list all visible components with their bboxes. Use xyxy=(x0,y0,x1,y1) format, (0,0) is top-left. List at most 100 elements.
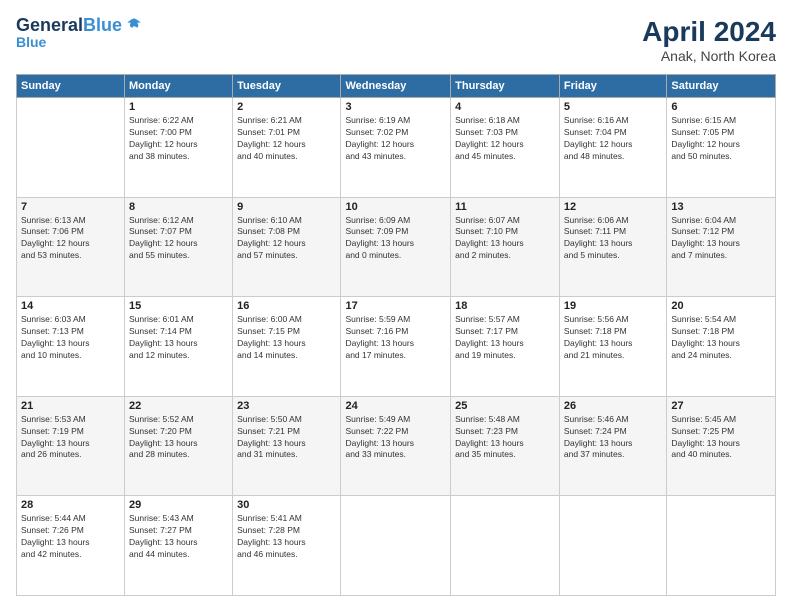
day-info: Sunrise: 6:06 AM Sunset: 7:11 PM Dayligh… xyxy=(564,215,662,263)
calendar-cell: 18 Sunrise: 5:57 AM Sunset: 7:17 PM Dayli… xyxy=(451,297,560,397)
calendar-cell: 6 Sunrise: 6:15 AM Sunset: 7:05 PM Daylig… xyxy=(667,98,776,198)
calendar-cell: 12 Sunrise: 6:06 AM Sunset: 7:11 PM Dayli… xyxy=(559,197,666,297)
day-info: Sunrise: 6:03 AM Sunset: 7:13 PM Dayligh… xyxy=(21,314,120,362)
calendar-cell: 24 Sunrise: 5:49 AM Sunset: 7:22 PM Dayli… xyxy=(341,396,451,496)
calendar-cell xyxy=(559,496,666,596)
day-number: 20 xyxy=(671,300,771,312)
week-row-3: 14 Sunrise: 6:03 AM Sunset: 7:13 PM Dayli… xyxy=(17,297,776,397)
title-block: April 2024 Anak, North Korea xyxy=(642,16,776,64)
calendar-cell: 3 Sunrise: 6:19 AM Sunset: 7:02 PM Daylig… xyxy=(341,98,451,198)
calendar-cell: 1Sunrise: 6:22 AM Sunset: 7:00 PM Daylig… xyxy=(125,98,233,198)
day-header-saturday: Saturday xyxy=(667,75,776,98)
calendar-cell: 8 Sunrise: 6:12 AM Sunset: 7:07 PM Daylig… xyxy=(125,197,233,297)
day-number: 23 xyxy=(237,400,336,412)
day-number: 10 xyxy=(345,201,446,213)
day-number: 17 xyxy=(345,300,446,312)
calendar-cell: 26Sunrise: 5:46 AM Sunset: 7:24 PM Dayli… xyxy=(559,396,666,496)
calendar-cell: 4 Sunrise: 6:18 AM Sunset: 7:03 PM Daylig… xyxy=(451,98,560,198)
calendar-cell: 27 Sunrise: 5:45 AM Sunset: 7:25 PM Dayli… xyxy=(667,396,776,496)
day-number: 14 xyxy=(21,300,120,312)
week-row-2: 7Sunrise: 6:13 AM Sunset: 7:06 PM Daylig… xyxy=(17,197,776,297)
day-info: Sunrise: 6:10 AM Sunset: 7:08 PM Dayligh… xyxy=(237,215,336,263)
day-header-wednesday: Wednesday xyxy=(341,75,451,98)
day-info: Sunrise: 5:49 AM Sunset: 7:22 PM Dayligh… xyxy=(345,414,446,462)
calendar-cell: 28 Sunrise: 5:44 AM Sunset: 7:26 PM Dayli… xyxy=(17,496,125,596)
day-number: 26 xyxy=(564,400,662,412)
day-number: 30 xyxy=(237,499,336,511)
day-info: Sunrise: 6:21 AM Sunset: 7:01 PM Dayligh… xyxy=(237,115,336,163)
day-info: Sunrise: 6:01 AM Sunset: 7:14 PM Dayligh… xyxy=(129,314,228,362)
day-info: Sunrise: 5:52 AM Sunset: 7:20 PM Dayligh… xyxy=(129,414,228,462)
day-number: 5 xyxy=(564,101,662,113)
calendar-cell xyxy=(667,496,776,596)
day-number: 12 xyxy=(564,201,662,213)
day-info: Sunrise: 5:41 AM Sunset: 7:28 PM Dayligh… xyxy=(237,513,336,561)
day-number: 11 xyxy=(455,201,555,213)
calendar-cell: 20 Sunrise: 5:54 AM Sunset: 7:18 PM Dayli… xyxy=(667,297,776,397)
day-number: 15 xyxy=(129,300,228,312)
day-info: Sunrise: 6:00 AM Sunset: 7:15 PM Dayligh… xyxy=(237,314,336,362)
calendar-cell: 11 Sunrise: 6:07 AM Sunset: 7:10 PM Dayli… xyxy=(451,197,560,297)
day-number: 8 xyxy=(129,201,228,213)
day-info: Sunrise: 6:19 AM Sunset: 7:02 PM Dayligh… xyxy=(345,115,446,163)
day-number: 22 xyxy=(129,400,228,412)
calendar-cell: 30 Sunrise: 5:41 AM Sunset: 7:28 PM Dayli… xyxy=(233,496,341,596)
day-number: 16 xyxy=(237,300,336,312)
week-row-5: 28 Sunrise: 5:44 AM Sunset: 7:26 PM Dayli… xyxy=(17,496,776,596)
day-info: Sunrise: 6:09 AM Sunset: 7:09 PM Dayligh… xyxy=(345,215,446,263)
calendar-table: SundayMondayTuesdayWednesdayThursdayFrid… xyxy=(16,74,776,596)
day-info: Sunrise: 6:15 AM Sunset: 7:05 PM Dayligh… xyxy=(671,115,771,163)
header-row: SundayMondayTuesdayWednesdayThursdayFrid… xyxy=(17,75,776,98)
calendar-cell: 25 Sunrise: 5:48 AM Sunset: 7:23 PM Dayli… xyxy=(451,396,560,496)
day-info: Sunrise: 5:53 AM Sunset: 7:19 PM Dayligh… xyxy=(21,414,120,462)
day-info: Sunrise: 5:48 AM Sunset: 7:23 PM Dayligh… xyxy=(455,414,555,462)
day-header-monday: Monday xyxy=(125,75,233,98)
logo-text: GeneralBlue xyxy=(16,16,122,36)
day-number: 2 xyxy=(237,101,336,113)
day-info: Sunrise: 5:50 AM Sunset: 7:21 PM Dayligh… xyxy=(237,414,336,462)
day-info: Sunrise: 6:16 AM Sunset: 7:04 PM Dayligh… xyxy=(564,115,662,163)
day-info: Sunrise: 5:54 AM Sunset: 7:18 PM Dayligh… xyxy=(671,314,771,362)
week-row-1: 1Sunrise: 6:22 AM Sunset: 7:00 PM Daylig… xyxy=(17,98,776,198)
day-number: 7 xyxy=(21,201,120,213)
calendar-cell: 17 Sunrise: 5:59 AM Sunset: 7:16 PM Dayli… xyxy=(341,297,451,397)
day-number: 4 xyxy=(455,101,555,113)
day-info: Sunrise: 5:45 AM Sunset: 7:25 PM Dayligh… xyxy=(671,414,771,462)
calendar-cell xyxy=(451,496,560,596)
calendar-cell: 2 Sunrise: 6:21 AM Sunset: 7:01 PM Daylig… xyxy=(233,98,341,198)
calendar-cell: 14 Sunrise: 6:03 AM Sunset: 7:13 PM Dayli… xyxy=(17,297,125,397)
logo: GeneralBlue Blue xyxy=(16,16,144,50)
day-number: 24 xyxy=(345,400,446,412)
day-header-friday: Friday xyxy=(559,75,666,98)
day-info: Sunrise: 5:59 AM Sunset: 7:16 PM Dayligh… xyxy=(345,314,446,362)
day-number: 18 xyxy=(455,300,555,312)
calendar-cell xyxy=(17,98,125,198)
calendar-cell: 22 Sunrise: 5:52 AM Sunset: 7:20 PM Dayli… xyxy=(125,396,233,496)
calendar-cell: 13 Sunrise: 6:04 AM Sunset: 7:12 PM Dayli… xyxy=(667,197,776,297)
day-info: Sunrise: 6:18 AM Sunset: 7:03 PM Dayligh… xyxy=(455,115,555,163)
day-header-sunday: Sunday xyxy=(17,75,125,98)
day-number: 3 xyxy=(345,101,446,113)
calendar-cell: 23 Sunrise: 5:50 AM Sunset: 7:21 PM Dayli… xyxy=(233,396,341,496)
logo-bird-icon xyxy=(124,16,144,36)
day-number: 13 xyxy=(671,201,771,213)
day-info: Sunrise: 6:22 AM Sunset: 7:00 PM Dayligh… xyxy=(129,115,228,163)
day-header-tuesday: Tuesday xyxy=(233,75,341,98)
header: GeneralBlue Blue April 2024 Anak, North … xyxy=(16,16,776,64)
calendar-cell: 15 Sunrise: 6:01 AM Sunset: 7:14 PM Dayli… xyxy=(125,297,233,397)
day-number: 28 xyxy=(21,499,120,511)
calendar-cell: 10 Sunrise: 6:09 AM Sunset: 7:09 PM Dayli… xyxy=(341,197,451,297)
location: Anak, North Korea xyxy=(642,48,776,64)
day-number: 29 xyxy=(129,499,228,511)
day-number: 25 xyxy=(455,400,555,412)
day-info: Sunrise: 5:44 AM Sunset: 7:26 PM Dayligh… xyxy=(21,513,120,561)
day-info: Sunrise: 5:57 AM Sunset: 7:17 PM Dayligh… xyxy=(455,314,555,362)
calendar-cell xyxy=(341,496,451,596)
day-number: 6 xyxy=(671,101,771,113)
week-row-4: 21Sunrise: 5:53 AM Sunset: 7:19 PM Dayli… xyxy=(17,396,776,496)
day-info: Sunrise: 6:04 AM Sunset: 7:12 PM Dayligh… xyxy=(671,215,771,263)
day-info: Sunrise: 6:07 AM Sunset: 7:10 PM Dayligh… xyxy=(455,215,555,263)
calendar-cell: 9Sunrise: 6:10 AM Sunset: 7:08 PM Daylig… xyxy=(233,197,341,297)
day-info: Sunrise: 6:12 AM Sunset: 7:07 PM Dayligh… xyxy=(129,215,228,263)
day-number: 27 xyxy=(671,400,771,412)
